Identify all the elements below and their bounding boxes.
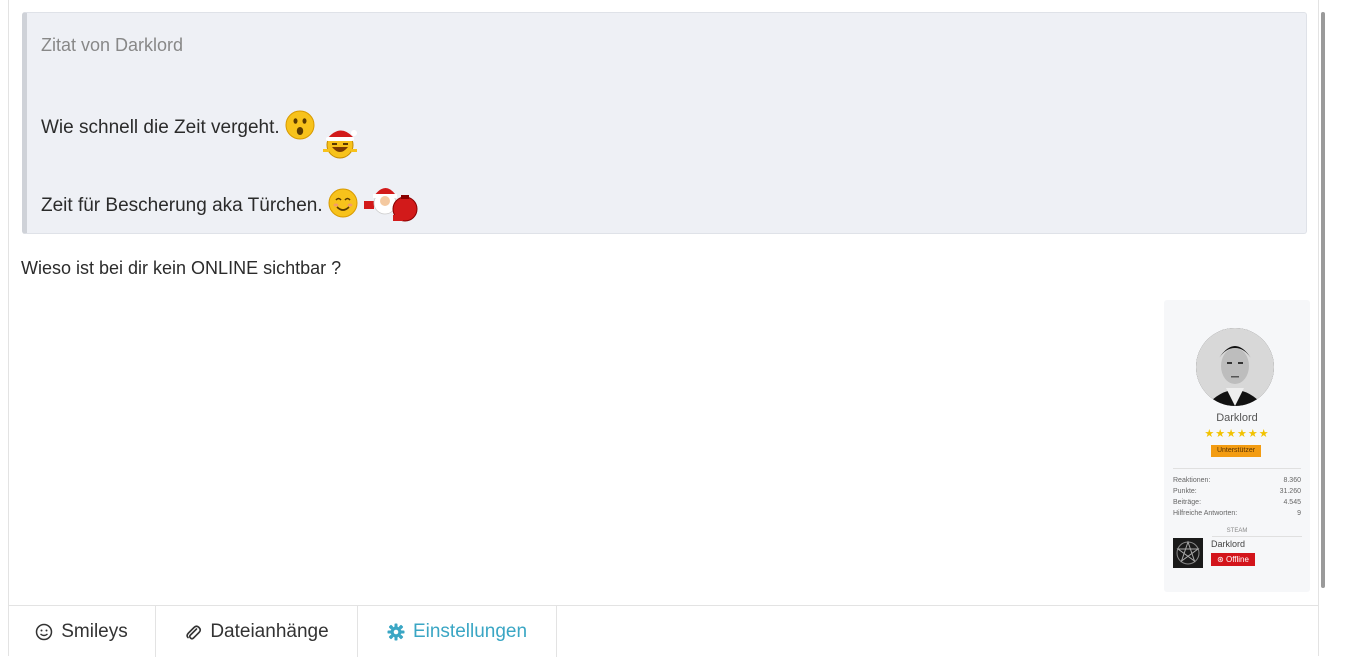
quote-line: Zeit für Bescherung aka Türchen.	[41, 183, 425, 229]
stat-label: Beiträge:	[1173, 499, 1202, 506]
tab-attachments[interactable]: Dateianhänge	[156, 606, 358, 657]
profile-card-image: Darklord ★★★★★★ Unterstützer Reaktionen:…	[1164, 300, 1310, 592]
message-editor[interactable]: Zitat von Darklord Wie schnell die Zeit …	[8, 0, 1325, 656]
rating-stars: ★★★★★★	[1204, 428, 1270, 440]
smiling-face-icon	[328, 188, 358, 224]
tab-label: Dateianhänge	[210, 620, 329, 642]
stat-row: Hilfreiche Antworten: 9	[1173, 510, 1301, 517]
surprised-face-icon	[285, 110, 315, 146]
status-badge: Unterstützer	[1211, 445, 1261, 457]
stat-label: Hilfreiche Antworten:	[1173, 510, 1238, 517]
pentagram-avatar-icon	[1173, 538, 1203, 568]
paperclip-icon	[184, 623, 202, 641]
tab-label: Smileys	[61, 620, 128, 642]
divider	[1212, 536, 1302, 537]
quote-author: Zitat von Darklord	[41, 35, 184, 55]
editor-tab-bar: Smileys Dateianhänge Einstellungen	[8, 605, 1319, 657]
tab-label: Einstellungen	[412, 620, 528, 642]
quote-line-text: Wie schnell die Zeit vergeht.	[41, 117, 280, 139]
divider	[1173, 468, 1301, 469]
smiley-icon	[35, 623, 53, 641]
stat-value: 9	[1297, 510, 1301, 517]
stat-value: 8.360	[1283, 477, 1301, 484]
steam-name: Darklord	[1211, 539, 1246, 549]
stat-row: Reaktionen: 8.360	[1173, 477, 1301, 484]
quote-line: Wie schnell die Zeit vergeht.	[41, 105, 360, 159]
gear-icon	[387, 623, 405, 641]
stat-row: Punkte: 31.260	[1173, 488, 1301, 495]
scrollbar[interactable]	[1321, 12, 1325, 588]
tab-smileys[interactable]: Smileys	[8, 606, 156, 657]
steam-icon: ⊛	[1217, 555, 1224, 564]
blockquote: Zitat von Darklord Wie schnell die Zeit …	[22, 12, 1307, 234]
stat-value: 4.545	[1283, 499, 1301, 506]
steam-status-text: Offline	[1225, 555, 1249, 564]
tab-settings[interactable]: Einstellungen	[358, 606, 557, 657]
stat-value: 31.260	[1279, 488, 1301, 495]
stat-label: Reaktionen:	[1173, 477, 1211, 484]
santa-with-sack-icon	[363, 183, 425, 229]
steam-label: STEAM	[1226, 528, 1248, 534]
reply-text: Wieso ist bei dir kein ONLINE sichtbar ?	[21, 258, 342, 278]
profile-name: Darklord	[1216, 412, 1258, 424]
santa-smiley-icon	[320, 121, 360, 167]
avatar	[1196, 328, 1274, 406]
quote-line-text: Zeit für Bescherung aka Türchen.	[41, 195, 323, 217]
stat-label: Punkte:	[1173, 488, 1197, 495]
stat-row: Beiträge: 4.545	[1173, 499, 1301, 506]
steam-status-badge: ⊛ Offline	[1211, 553, 1255, 566]
